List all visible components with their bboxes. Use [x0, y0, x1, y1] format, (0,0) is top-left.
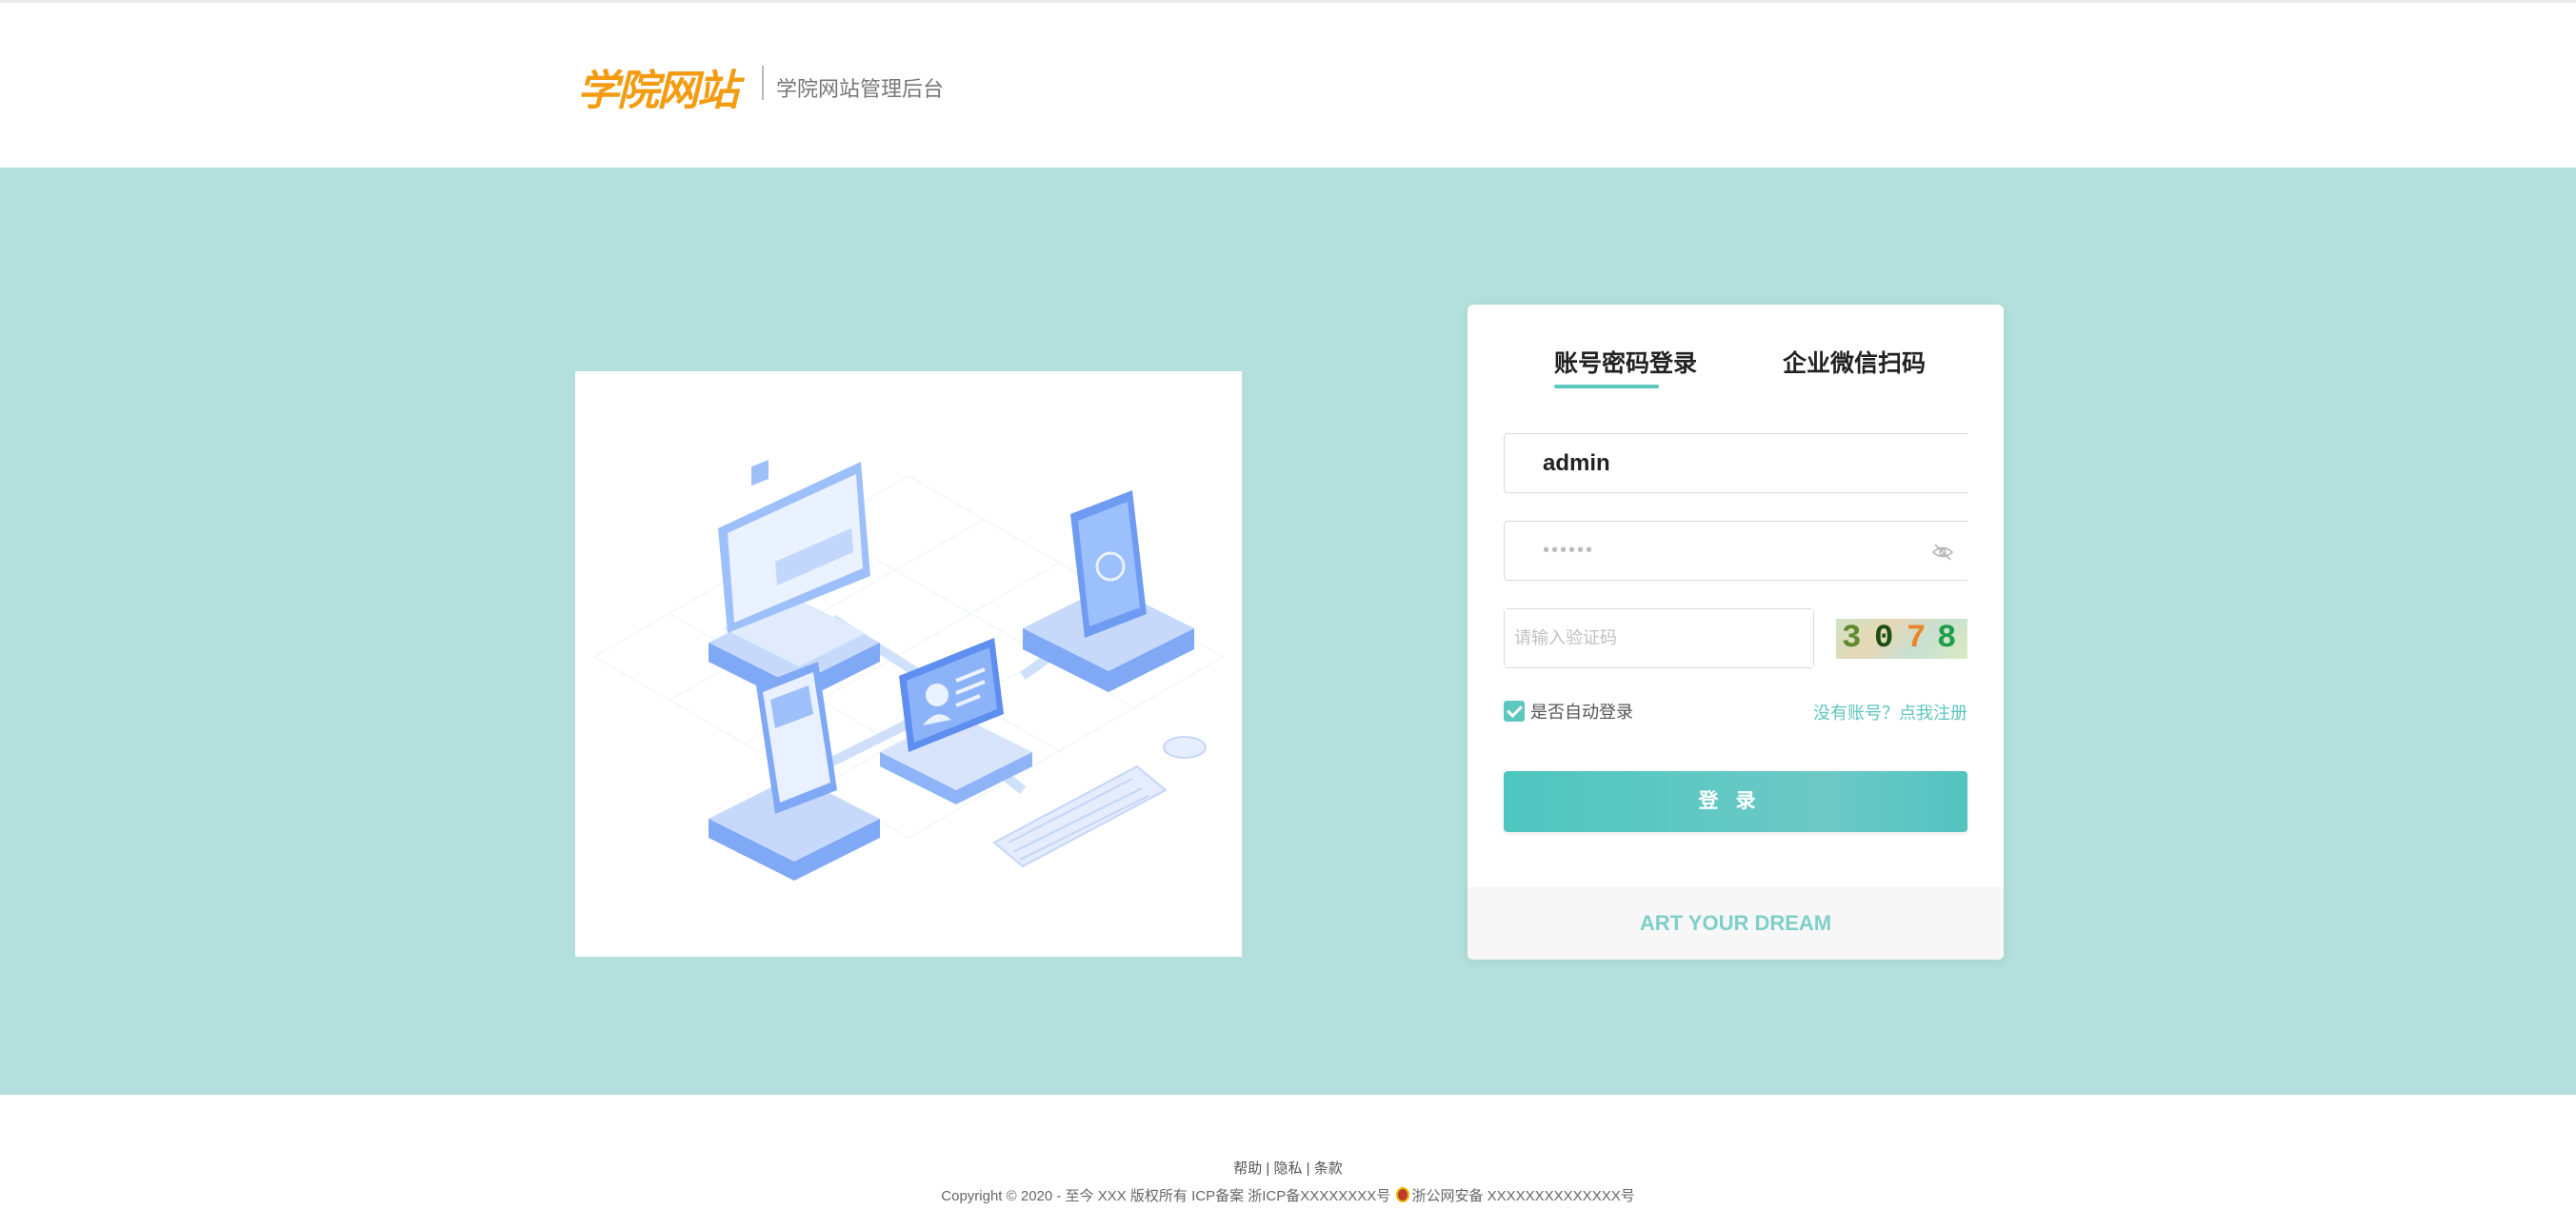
- username-field[interactable]: [1504, 433, 1967, 493]
- captcha-char: 0: [1874, 621, 1894, 657]
- network-illustration: [575, 371, 1242, 957]
- password-input[interactable]: [1505, 522, 1967, 580]
- captcha-field[interactable]: [1504, 608, 1814, 668]
- copyright-text: Copyright © 2020 - 至今 XXX 版权所有 ICP备案 浙IC…: [941, 1188, 1391, 1204]
- isometric-devices-image: [592, 459, 1225, 881]
- police-badge-icon: [1396, 1187, 1410, 1202]
- register-link[interactable]: 没有账号？点我注册: [1813, 700, 1967, 724]
- captcha-input[interactable]: [1505, 609, 1813, 667]
- police-record-text[interactable]: 浙公网安备 XXXXXXXXXXXXXX号: [1411, 1188, 1634, 1204]
- captcha-char: 7: [1907, 621, 1927, 657]
- logo-divider: [762, 66, 764, 100]
- active-tab-indicator: [1554, 385, 1659, 388]
- login-button[interactable]: 登录: [1504, 771, 1967, 832]
- captcha-image[interactable]: 3 0 7 8: [1836, 619, 1967, 659]
- tab-wechat-scan[interactable]: 企业微信扫码: [1783, 345, 1926, 379]
- auto-login-label: 是否自动登录: [1530, 703, 1633, 722]
- auto-login-checkbox[interactable]: [1504, 701, 1525, 722]
- footer-link-privacy[interactable]: 隐私: [1273, 1161, 1302, 1177]
- footer-link-help[interactable]: 帮助: [1233, 1161, 1262, 1177]
- footer-links: 帮助 | 隐私 | 条款: [1233, 1161, 1343, 1177]
- site-logo[interactable]: 学院网站: [577, 56, 739, 117]
- eye-hidden-icon[interactable]: [1931, 542, 1954, 563]
- auto-login-option[interactable]: 是否自动登录: [1504, 699, 1633, 724]
- footer-link-terms[interactable]: 条款: [1314, 1161, 1343, 1177]
- header: 学院网站 学院网站管理后台: [0, 3, 2576, 168]
- login-card: 账号密码登录 企业微信扫码 3 0 7 8 是否自动登录 没有账号？点我注册 登…: [1468, 305, 2004, 960]
- copyright: Copyright © 2020 - 至今 XXX 版权所有 ICP备案 浙IC…: [0, 1185, 2576, 1205]
- tab-password-login[interactable]: 账号密码登录: [1554, 345, 1697, 379]
- password-field[interactable]: [1504, 521, 1967, 581]
- captcha-char: 8: [1937, 621, 1957, 657]
- login-banner: [0, 168, 2576, 1095]
- username-input[interactable]: [1505, 434, 1967, 492]
- captcha-char: 3: [1842, 621, 1862, 657]
- card-slogan: ART YOUR DREAM: [1468, 887, 2004, 960]
- header-subtitle: 学院网站管理后台: [776, 77, 945, 101]
